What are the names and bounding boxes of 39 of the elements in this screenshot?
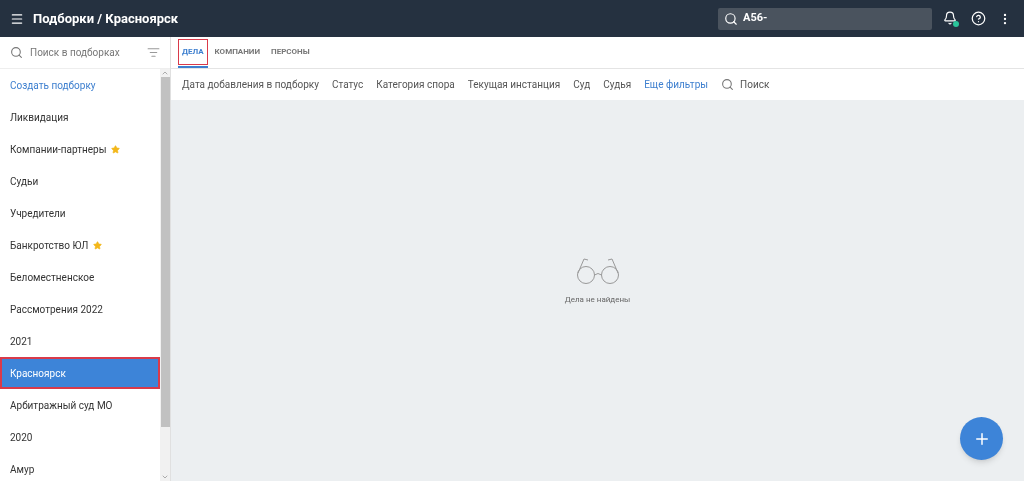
create-collection-link[interactable]: Создать подборку bbox=[0, 69, 160, 101]
collection-item[interactable]: Компании-партнеры bbox=[0, 133, 160, 165]
page-title: Подборки / Красноярск bbox=[33, 9, 179, 28]
empty-message: Дела не найдены bbox=[564, 294, 631, 306]
search-button[interactable]: Поиск bbox=[721, 77, 770, 92]
sort-icon[interactable] bbox=[147, 46, 160, 59]
filter-dropdown[interactable]: Категория спора bbox=[376, 77, 455, 92]
collection-item[interactable]: Ликвидация bbox=[0, 101, 160, 133]
menu-icon[interactable] bbox=[10, 11, 24, 26]
filter-dropdown[interactable]: Суд bbox=[573, 77, 591, 92]
collection-item[interactable]: Рассмотрения 2022 bbox=[0, 293, 160, 325]
tab[interactable]: КОМПАНИИ bbox=[210, 37, 264, 68]
notification-bell-icon[interactable] bbox=[943, 10, 959, 27]
search-icon bbox=[721, 78, 735, 91]
add-button[interactable] bbox=[960, 417, 1003, 460]
filter-dropdown[interactable]: Текущая инстанция bbox=[467, 77, 561, 92]
filter-dropdown[interactable]: Статус bbox=[331, 77, 364, 92]
filter-dropdown[interactable]: Дата добавления в подборку bbox=[182, 77, 319, 92]
search-icon bbox=[724, 11, 738, 26]
collection-item[interactable]: Банкротство ЮЛ bbox=[0, 229, 160, 261]
scrollbar[interactable] bbox=[160, 69, 170, 481]
collection-item[interactable]: 2020 bbox=[0, 421, 160, 453]
filter-dropdown[interactable]: Судья bbox=[603, 77, 632, 92]
search-icon bbox=[10, 46, 23, 59]
more-filters-link[interactable]: Еще фильтры bbox=[644, 77, 709, 92]
collection-search-field[interactable]: Поиск в подборках bbox=[30, 45, 140, 60]
scroll-down-icon[interactable] bbox=[161, 473, 169, 481]
collection-item[interactable]: Учредители bbox=[0, 197, 160, 229]
collection-item[interactable]: 2021 bbox=[0, 325, 160, 357]
collection-item[interactable]: Судьи bbox=[0, 165, 160, 197]
help-icon[interactable] bbox=[971, 11, 986, 26]
collection-item[interactable]: Амур bbox=[0, 453, 160, 481]
global-search-field[interactable]: А56- bbox=[718, 7, 932, 30]
search-input[interactable]: А56- bbox=[743, 10, 913, 27]
collection-item[interactable]: Арбитражный суд МО bbox=[0, 389, 160, 421]
collection-item[interactable]: Беломестненское bbox=[0, 261, 160, 293]
scroll-up-icon[interactable] bbox=[161, 69, 169, 77]
collection-item[interactable]: Красноярск bbox=[0, 357, 160, 389]
tab[interactable]: ПЕРСОНЫ bbox=[267, 37, 314, 68]
